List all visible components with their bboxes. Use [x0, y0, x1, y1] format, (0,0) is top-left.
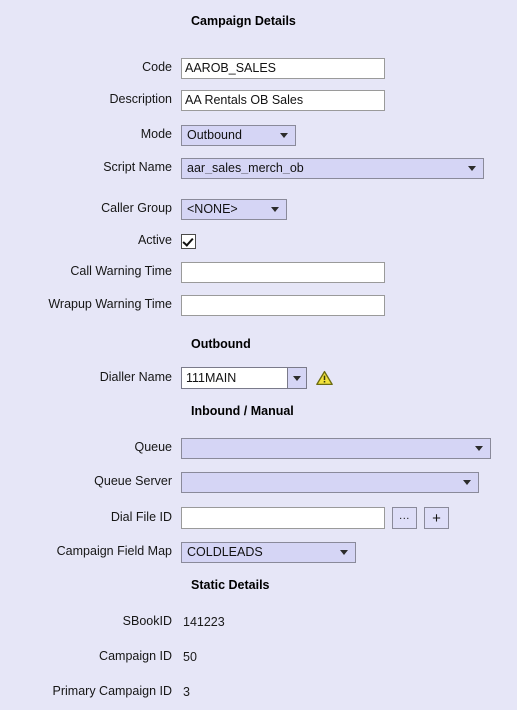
- row-description: Description AA Rentals OB Sales: [0, 89, 517, 111]
- chevron-down-icon: [271, 206, 279, 212]
- call-warning-time-label: Call Warning Time: [70, 264, 172, 279]
- chevron-down-icon: [463, 479, 471, 485]
- mode-select-value: Outbound: [187, 128, 242, 142]
- dialler-name-dropdown-button[interactable]: [287, 367, 307, 389]
- sbookid-label: SBookID: [122, 614, 172, 629]
- row-mode: Mode Outbound: [0, 124, 517, 146]
- campaign-id-value: 50: [183, 650, 197, 664]
- description-label: Description: [109, 92, 172, 107]
- dialler-name-input[interactable]: 111MAIN: [181, 367, 287, 389]
- row-active: Active: [0, 230, 517, 252]
- row-queue: Queue: [0, 437, 517, 459]
- chevron-down-icon: [340, 549, 348, 555]
- dial-file-id-field: ... +: [181, 507, 449, 529]
- mode-label: Mode: [140, 127, 172, 142]
- chevron-down-icon: [475, 445, 483, 451]
- row-campaign-id: Campaign ID 50: [0, 646, 517, 668]
- chevron-down-icon: [280, 132, 288, 138]
- sbookid-value: 141223: [183, 615, 225, 629]
- campaign-field-map-field: COLDLEADS: [181, 541, 356, 563]
- row-wrapup-warning-time: Wrapup Warning Time: [0, 294, 517, 316]
- queue-label: Queue: [134, 440, 172, 455]
- campaign-field-map-select[interactable]: COLDLEADS: [181, 541, 356, 563]
- code-input[interactable]: AAROB_SALES: [181, 57, 385, 79]
- warning-triangle-icon: [316, 370, 333, 386]
- campaign-details-form: Campaign Details Code AAROB_SALES Descri…: [0, 0, 517, 710]
- script-name-field: aar_sales_merch_ob: [181, 157, 484, 179]
- dialler-name-field: 111MAIN: [181, 367, 333, 389]
- queue-field: [181, 437, 491, 459]
- sbookid-field: 141223: [181, 615, 225, 629]
- row-sbookid: SBookID 141223: [0, 611, 517, 633]
- active-field: [181, 233, 196, 249]
- caller-group-label: Caller Group: [101, 201, 172, 216]
- dial-file-id-input[interactable]: [181, 507, 385, 529]
- description-input[interactable]: AA Rentals OB Sales: [181, 89, 385, 111]
- row-campaign-field-map: Campaign Field Map COLDLEADS: [0, 541, 517, 563]
- section-header-inbound-manual: Inbound / Manual: [191, 404, 294, 418]
- primary-campaign-id-value: 3: [183, 685, 190, 699]
- row-queue-server: Queue Server: [0, 471, 517, 493]
- section-header-static-details: Static Details: [191, 578, 270, 592]
- queue-server-select[interactable]: [181, 471, 479, 493]
- campaign-field-map-select-value: COLDLEADS: [187, 545, 263, 559]
- active-label: Active: [137, 233, 172, 248]
- queue-select[interactable]: [181, 437, 491, 459]
- call-warning-time-field: [181, 261, 385, 283]
- code-label: Code: [142, 60, 172, 75]
- dial-file-id-add-button[interactable]: +: [424, 507, 449, 529]
- active-checkbox[interactable]: [181, 233, 196, 249]
- row-caller-group: Caller Group <NONE>: [0, 198, 517, 220]
- row-dial-file-id: Dial File ID ... +: [0, 507, 517, 529]
- primary-campaign-id-field: 3: [181, 685, 190, 699]
- campaign-id-field: 50: [181, 650, 197, 664]
- dialler-name-label: Dialler Name: [99, 370, 172, 385]
- mode-field: Outbound: [181, 124, 296, 146]
- call-warning-time-input[interactable]: [181, 261, 385, 283]
- dial-file-id-label: Dial File ID: [110, 510, 172, 525]
- caller-group-field: <NONE>: [181, 198, 287, 220]
- primary-campaign-id-label: Primary Campaign ID: [52, 684, 172, 699]
- script-name-select[interactable]: aar_sales_merch_ob: [181, 157, 484, 179]
- wrapup-warning-time-input[interactable]: [181, 294, 385, 316]
- dial-file-id-browse-button[interactable]: ...: [392, 507, 417, 529]
- dialler-name-combobox[interactable]: 111MAIN: [181, 367, 307, 389]
- row-dialler-name: Dialler Name 111MAIN: [0, 367, 517, 389]
- queue-server-field: [181, 471, 479, 493]
- row-primary-campaign-id: Primary Campaign ID 3: [0, 681, 517, 703]
- caller-group-select[interactable]: <NONE>: [181, 198, 287, 220]
- campaign-field-map-label: Campaign Field Map: [56, 544, 172, 559]
- row-script-name: Script Name aar_sales_merch_ob: [0, 157, 517, 179]
- caller-group-select-value: <NONE>: [187, 202, 238, 216]
- section-header-campaign-details: Campaign Details: [191, 14, 296, 28]
- chevron-down-icon: [293, 375, 301, 381]
- campaign-id-label: Campaign ID: [99, 649, 172, 664]
- section-header-outbound: Outbound: [191, 337, 251, 351]
- row-code: Code AAROB_SALES: [0, 57, 517, 79]
- row-call-warning-time: Call Warning Time: [0, 261, 517, 283]
- wrapup-warning-time-label: Wrapup Warning Time: [48, 297, 172, 312]
- script-name-label: Script Name: [103, 160, 172, 175]
- mode-select[interactable]: Outbound: [181, 124, 296, 146]
- description-field: AA Rentals OB Sales: [181, 89, 385, 111]
- chevron-down-icon: [468, 165, 476, 171]
- queue-server-label: Queue Server: [94, 474, 172, 489]
- script-name-select-value: aar_sales_merch_ob: [187, 161, 304, 175]
- code-field: AAROB_SALES: [181, 57, 385, 79]
- wrapup-warning-time-field: [181, 294, 385, 316]
